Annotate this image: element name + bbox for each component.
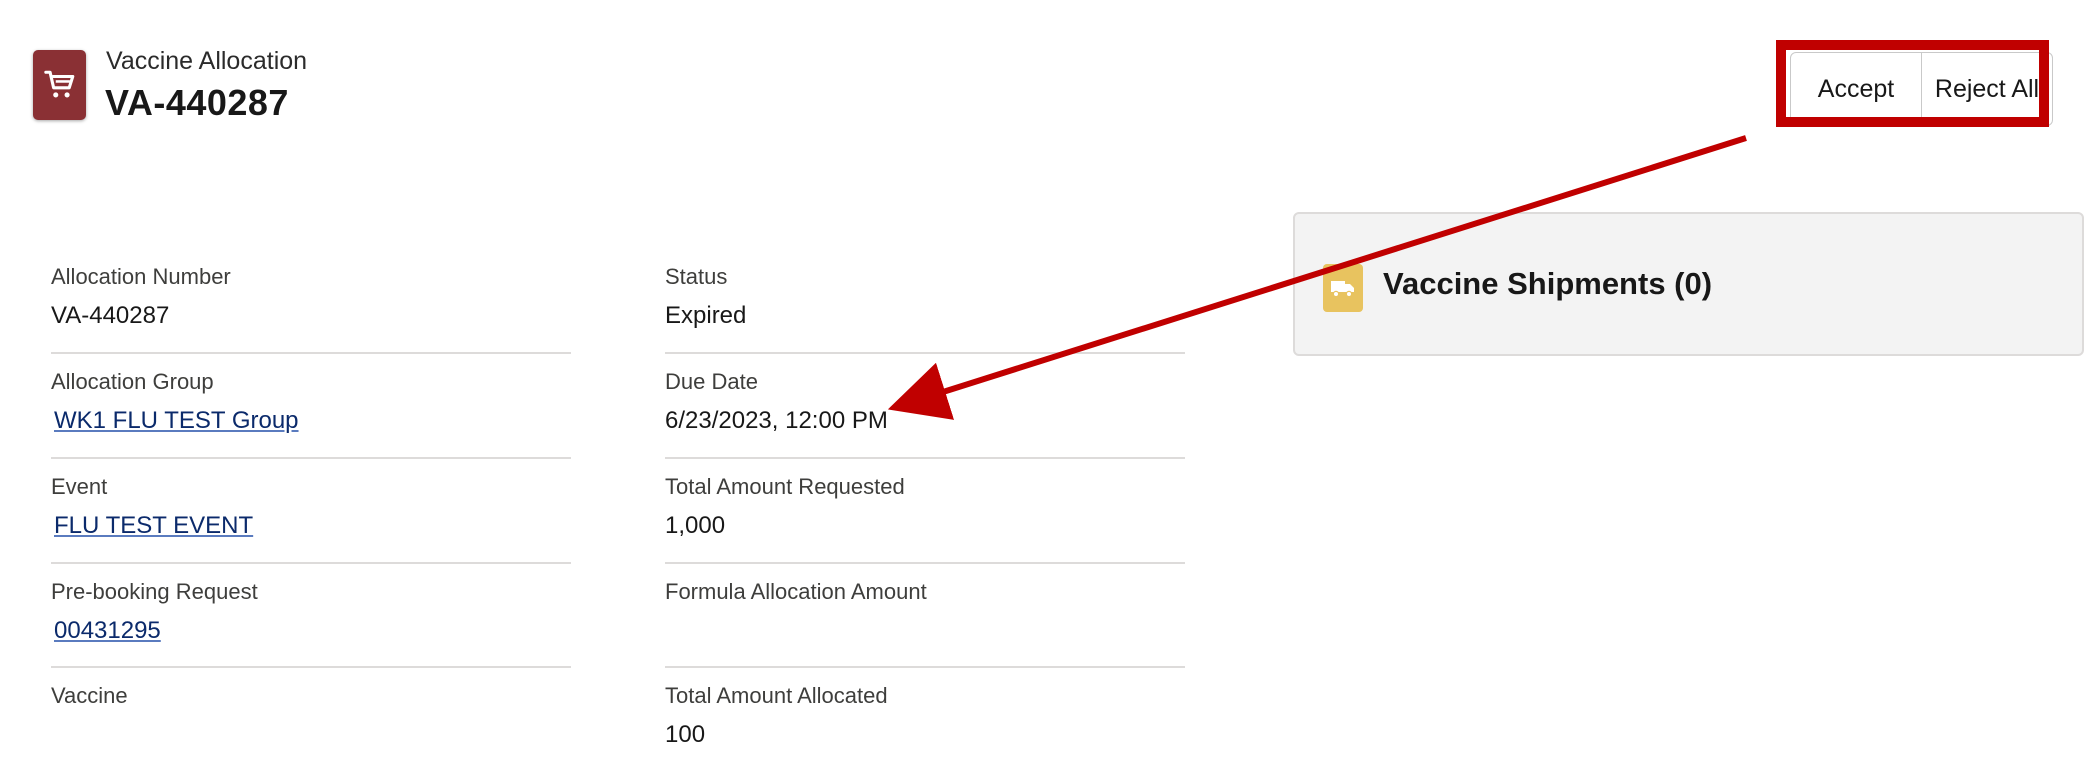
- field-due-date: Due Date 6/23/2023, 12:00 PM: [665, 369, 1185, 459]
- field-label: Due Date: [665, 369, 758, 394]
- field-status: Status Expired: [665, 264, 1185, 354]
- field-pre-booking-request: Pre-booking Request 00431295: [51, 579, 571, 668]
- action-button-group: Accept Reject All: [1790, 52, 2053, 126]
- field-label: Allocation Number: [51, 264, 231, 289]
- record-title: VA-440287: [105, 82, 289, 123]
- field-value: Expired: [665, 302, 747, 329]
- field-total-amount-allocated: Total Amount Allocated 100: [665, 683, 1185, 763]
- field-vaccine: Vaccine: [51, 683, 571, 763]
- field-label: Total Amount Requested: [665, 474, 905, 499]
- field-label: Total Amount Allocated: [665, 683, 888, 708]
- field-event: Event FLU TEST EVENT: [51, 474, 571, 564]
- related-list-card: Vaccine Shipments (0): [1293, 212, 2084, 356]
- event-link[interactable]: FLU TEST EVENT: [54, 512, 571, 544]
- field-value: VA-440287: [51, 302, 170, 329]
- field-label: Formula Allocation Amount: [665, 579, 927, 604]
- pre-booking-request-link[interactable]: 00431295: [54, 617, 571, 649]
- truck-icon: [1323, 264, 1363, 312]
- object-label: Vaccine Allocation: [106, 47, 308, 75]
- field-label: Status: [665, 264, 728, 289]
- record-page: Vaccine Allocation VA-440287 Accept Reje…: [0, 0, 2092, 767]
- field-formula-allocation-amount: Formula Allocation Amount: [665, 579, 1185, 668]
- field-total-amount-requested: Total Amount Requested 1,000: [665, 474, 1185, 564]
- field-value: [51, 721, 571, 753]
- field-value: [665, 617, 1185, 649]
- field-allocation-group: Allocation Group WK1 FLU TEST Group: [51, 369, 571, 459]
- field-label: Vaccine: [51, 683, 128, 708]
- allocation-group-link[interactable]: WK1 FLU TEST Group: [54, 407, 571, 439]
- field-label: Allocation Group: [51, 369, 214, 394]
- shopping-cart-icon: [33, 50, 86, 120]
- accept-button[interactable]: Accept: [1791, 53, 1921, 125]
- related-list-title[interactable]: Vaccine Shipments (0): [1383, 266, 1712, 302]
- field-value: 100: [665, 721, 706, 748]
- field-value: 6/23/2023, 12:00 PM: [665, 407, 888, 434]
- field-label: Event: [51, 474, 108, 499]
- reject-all-button[interactable]: Reject All: [1921, 53, 2052, 125]
- field-value: 1,000: [665, 512, 726, 539]
- field-allocation-number: Allocation Number VA-440287: [51, 264, 571, 354]
- field-label: Pre-booking Request: [51, 579, 258, 604]
